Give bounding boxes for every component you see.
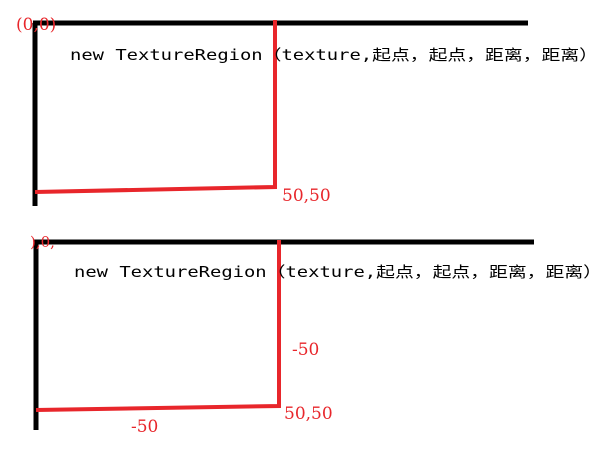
texture-region-diagram: (0,0) new TextureRegion（texture,起点，起点，距离… [16, 15, 602, 437]
bottom-corner-label: 50,50 [284, 404, 333, 424]
top-corner-label: 50,50 [282, 186, 331, 206]
top-diagram: (0,0) new TextureRegion（texture,起点，起点，距离… [16, 15, 598, 206]
top-origin-label: (0,0) [16, 15, 56, 35]
bottom-origin-label: ),0, [30, 233, 55, 251]
bottom-code-text: new TextureRegion（texture,起点，起点，距离，距离） [74, 263, 602, 281]
top-code-text: new TextureRegion（texture,起点，起点，距离，距离） [70, 46, 598, 64]
bottom-horizontal-distance-label: -50 [131, 417, 158, 437]
bottom-vertical-distance-label: -50 [292, 340, 319, 360]
bottom-diagram: ),0, new TextureRegion（texture,起点，起点，距离，… [30, 233, 602, 437]
